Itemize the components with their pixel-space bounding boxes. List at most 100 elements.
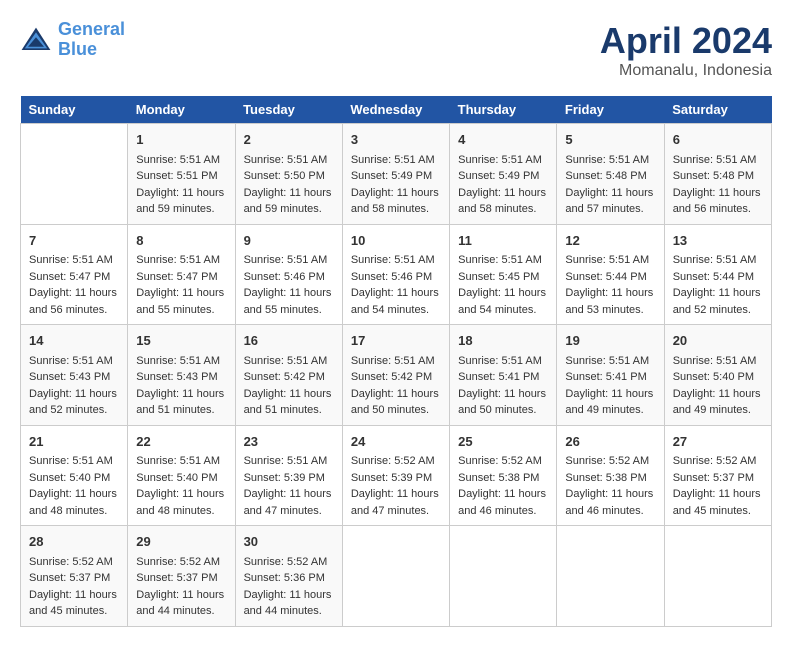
day-info: and 49 minutes. (565, 402, 655, 419)
day-info: Sunrise: 5:51 AM (29, 353, 119, 370)
day-info: Daylight: 11 hours (458, 386, 548, 403)
day-info: and 44 minutes. (244, 603, 334, 620)
calendar-header-thursday: Thursday (450, 96, 557, 124)
day-info: and 59 minutes. (136, 201, 226, 218)
page-header: General Blue April 2024 Momanalu, Indone… (20, 20, 772, 80)
day-info: Sunrise: 5:51 AM (136, 353, 226, 370)
day-info: Sunrise: 5:51 AM (244, 252, 334, 269)
day-info: Sunset: 5:44 PM (673, 269, 763, 286)
calendar-cell: 19Sunrise: 5:51 AMSunset: 5:41 PMDayligh… (557, 325, 664, 426)
calendar-cell (342, 526, 449, 627)
calendar-cell: 18Sunrise: 5:51 AMSunset: 5:41 PMDayligh… (450, 325, 557, 426)
day-info: Daylight: 11 hours (351, 486, 441, 503)
day-info: Daylight: 11 hours (136, 587, 226, 604)
day-info: Sunset: 5:42 PM (244, 369, 334, 386)
calendar-header-friday: Friday (557, 96, 664, 124)
logo-text: General Blue (58, 20, 125, 60)
day-info: Daylight: 11 hours (565, 386, 655, 403)
day-number: 16 (244, 331, 334, 351)
day-info: Sunset: 5:51 PM (136, 168, 226, 185)
day-info: Sunset: 5:43 PM (136, 369, 226, 386)
day-info: Sunset: 5:37 PM (136, 570, 226, 587)
day-number: 9 (244, 231, 334, 251)
day-info: Sunrise: 5:51 AM (673, 152, 763, 169)
day-info: and 48 minutes. (29, 503, 119, 520)
calendar-cell: 13Sunrise: 5:51 AMSunset: 5:44 PMDayligh… (664, 224, 771, 325)
calendar-cell: 11Sunrise: 5:51 AMSunset: 5:45 PMDayligh… (450, 224, 557, 325)
day-info: Sunset: 5:45 PM (458, 269, 548, 286)
day-info: Sunset: 5:49 PM (351, 168, 441, 185)
day-info: Sunset: 5:42 PM (351, 369, 441, 386)
day-info: Daylight: 11 hours (136, 486, 226, 503)
day-info: and 50 minutes. (458, 402, 548, 419)
day-info: Daylight: 11 hours (351, 386, 441, 403)
day-info: Sunset: 5:48 PM (565, 168, 655, 185)
day-number: 21 (29, 432, 119, 452)
day-info: Sunset: 5:40 PM (673, 369, 763, 386)
day-info: Sunset: 5:37 PM (673, 470, 763, 487)
day-number: 8 (136, 231, 226, 251)
calendar-cell: 21Sunrise: 5:51 AMSunset: 5:40 PMDayligh… (21, 425, 128, 526)
day-info: and 56 minutes. (29, 302, 119, 319)
calendar-week-row: 14Sunrise: 5:51 AMSunset: 5:43 PMDayligh… (21, 325, 772, 426)
day-info: Sunset: 5:41 PM (565, 369, 655, 386)
calendar-cell (450, 526, 557, 627)
day-info: Daylight: 11 hours (673, 285, 763, 302)
day-info: Sunrise: 5:51 AM (244, 152, 334, 169)
day-info: and 47 minutes. (351, 503, 441, 520)
calendar-cell: 8Sunrise: 5:51 AMSunset: 5:47 PMDaylight… (128, 224, 235, 325)
calendar-cell: 22Sunrise: 5:51 AMSunset: 5:40 PMDayligh… (128, 425, 235, 526)
day-info: Daylight: 11 hours (565, 285, 655, 302)
day-info: Sunrise: 5:51 AM (673, 252, 763, 269)
day-number: 23 (244, 432, 334, 452)
day-number: 28 (29, 532, 119, 552)
title-block: April 2024 Momanalu, Indonesia (600, 20, 772, 80)
day-info: Sunrise: 5:51 AM (244, 353, 334, 370)
day-info: Sunset: 5:36 PM (244, 570, 334, 587)
day-info: Sunset: 5:50 PM (244, 168, 334, 185)
day-number: 4 (458, 130, 548, 150)
calendar-cell: 16Sunrise: 5:51 AMSunset: 5:42 PMDayligh… (235, 325, 342, 426)
day-info: Sunset: 5:46 PM (244, 269, 334, 286)
day-info: Sunrise: 5:51 AM (458, 152, 548, 169)
calendar-week-row: 1Sunrise: 5:51 AMSunset: 5:51 PMDaylight… (21, 124, 772, 225)
day-info: and 58 minutes. (351, 201, 441, 218)
calendar-cell: 10Sunrise: 5:51 AMSunset: 5:46 PMDayligh… (342, 224, 449, 325)
day-info: Sunrise: 5:52 AM (136, 554, 226, 571)
day-info: Sunset: 5:48 PM (673, 168, 763, 185)
day-info: Daylight: 11 hours (136, 285, 226, 302)
day-number: 3 (351, 130, 441, 150)
day-number: 19 (565, 331, 655, 351)
calendar-cell: 7Sunrise: 5:51 AMSunset: 5:47 PMDaylight… (21, 224, 128, 325)
calendar-cell: 6Sunrise: 5:51 AMSunset: 5:48 PMDaylight… (664, 124, 771, 225)
day-info: and 58 minutes. (458, 201, 548, 218)
main-title: April 2024 (600, 20, 772, 62)
day-info: Sunset: 5:40 PM (29, 470, 119, 487)
day-info: Sunrise: 5:51 AM (136, 152, 226, 169)
day-number: 30 (244, 532, 334, 552)
day-number: 2 (244, 130, 334, 150)
day-info: and 55 minutes. (244, 302, 334, 319)
day-info: Sunset: 5:47 PM (136, 269, 226, 286)
logo: General Blue (20, 20, 125, 60)
calendar-cell: 27Sunrise: 5:52 AMSunset: 5:37 PMDayligh… (664, 425, 771, 526)
day-info: Sunrise: 5:51 AM (351, 152, 441, 169)
calendar-cell: 3Sunrise: 5:51 AMSunset: 5:49 PMDaylight… (342, 124, 449, 225)
day-info: Sunrise: 5:52 AM (244, 554, 334, 571)
day-info: Sunrise: 5:51 AM (29, 453, 119, 470)
day-info: Sunrise: 5:51 AM (565, 252, 655, 269)
day-number: 26 (565, 432, 655, 452)
calendar-cell: 1Sunrise: 5:51 AMSunset: 5:51 PMDaylight… (128, 124, 235, 225)
day-info: Daylight: 11 hours (136, 386, 226, 403)
day-info: and 59 minutes. (244, 201, 334, 218)
day-info: Daylight: 11 hours (673, 185, 763, 202)
calendar-week-row: 21Sunrise: 5:51 AMSunset: 5:40 PMDayligh… (21, 425, 772, 526)
day-number: 17 (351, 331, 441, 351)
day-info: Sunset: 5:41 PM (458, 369, 548, 386)
day-info: Daylight: 11 hours (565, 185, 655, 202)
day-info: and 51 minutes. (244, 402, 334, 419)
calendar-cell: 23Sunrise: 5:51 AMSunset: 5:39 PMDayligh… (235, 425, 342, 526)
day-info: Sunrise: 5:51 AM (351, 353, 441, 370)
day-info: Sunrise: 5:51 AM (136, 453, 226, 470)
day-info: and 53 minutes. (565, 302, 655, 319)
